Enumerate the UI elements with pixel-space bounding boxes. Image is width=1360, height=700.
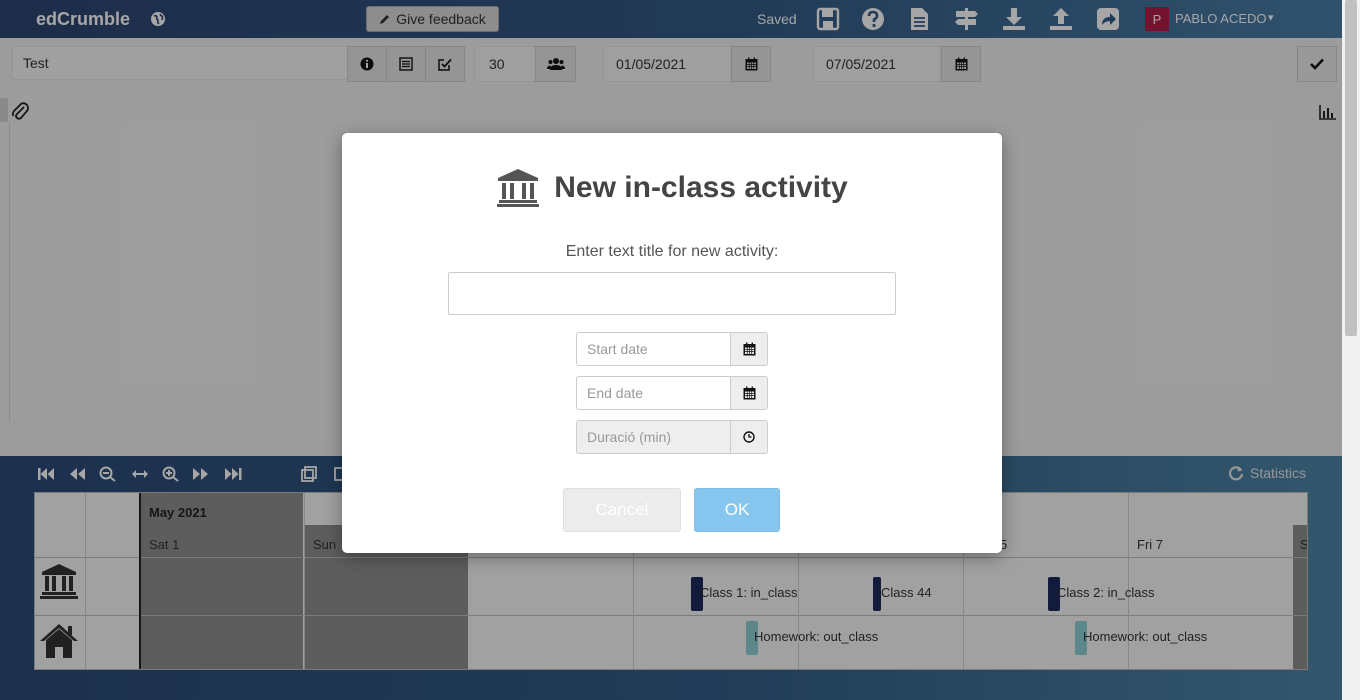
end-date-picker-button[interactable] <box>730 376 768 410</box>
duration-input[interactable]: Duració (min) <box>576 420 731 454</box>
institution-icon <box>497 169 540 207</box>
dialog-prompt: Enter text title for new activity: <box>565 243 779 260</box>
clock-icon <box>743 431 755 443</box>
start-date-picker-button[interactable] <box>730 332 768 366</box>
activity-title-input[interactable] <box>448 272 896 315</box>
dialog-title: New in-class activity <box>554 171 848 204</box>
scrollbar-thumb[interactable] <box>1345 0 1357 336</box>
calendar-icon <box>743 386 755 400</box>
calendar-icon <box>743 342 755 356</box>
cancel-button[interactable]: Cancel <box>563 488 681 532</box>
ok-button[interactable]: OK <box>694 488 780 532</box>
new-activity-dialog: New in-class activity Enter text title f… <box>342 133 1002 553</box>
start-date-input[interactable]: Start date <box>576 332 731 366</box>
end-date-input[interactable]: End date <box>576 376 731 410</box>
duration-addon <box>730 420 768 454</box>
dialog-header: New in-class activity <box>342 167 1002 209</box>
